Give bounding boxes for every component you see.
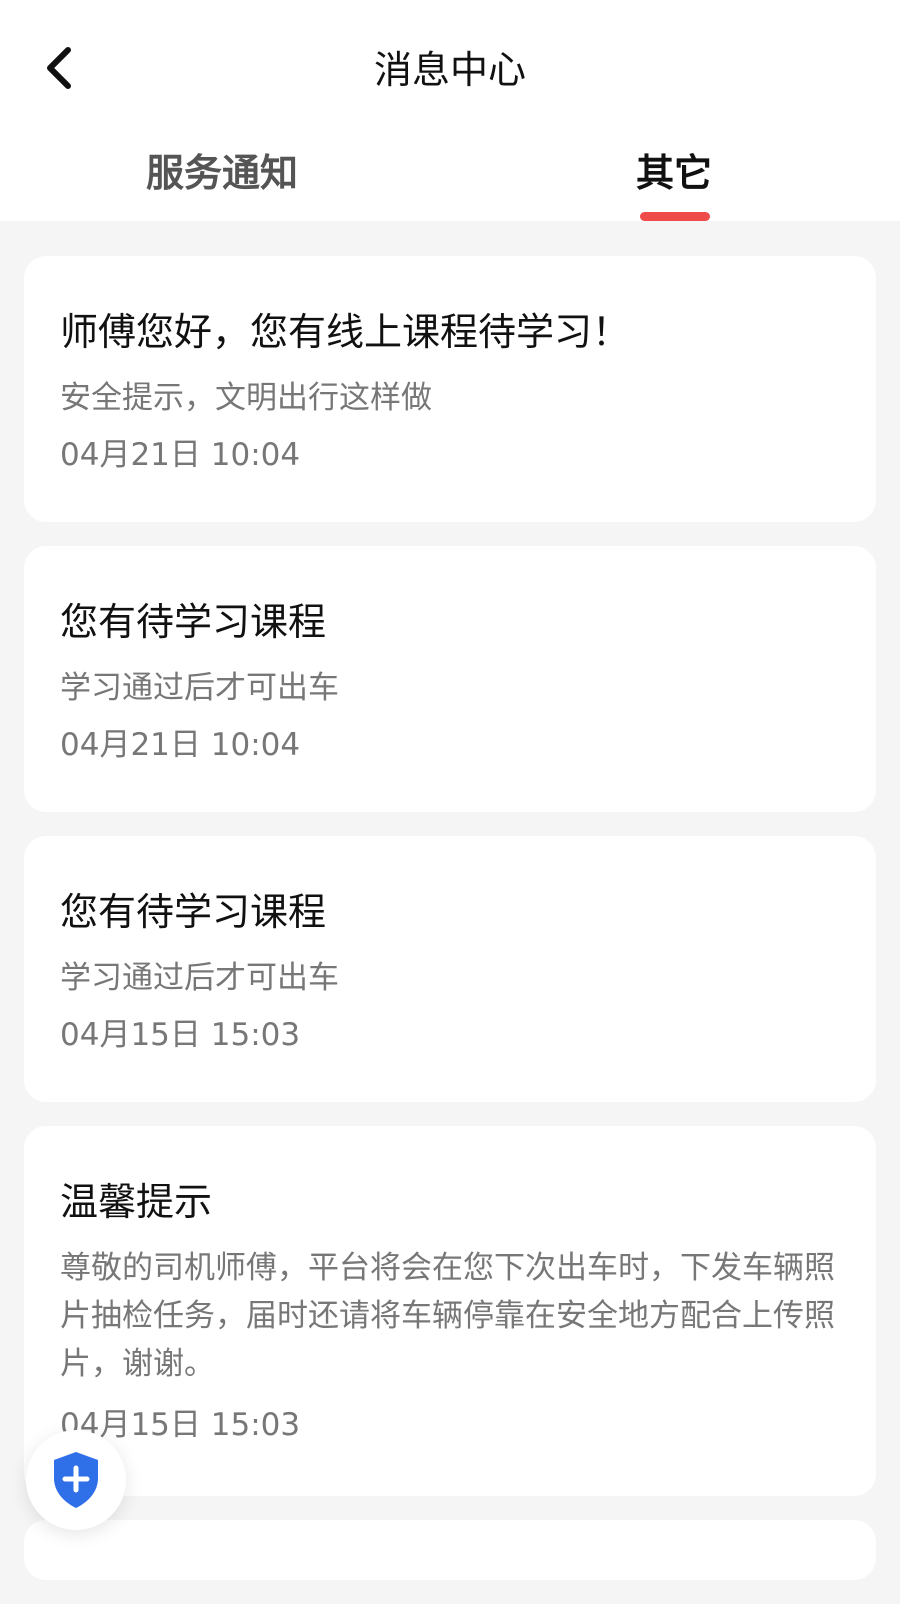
message-list: 师傅您好，您有线上课程待学习！ 安全提示，文明出行这样做 04月21日 10:0… [24,256,876,1604]
message-time: 04月15日 15:03 [60,1017,301,1053]
message-title: 您有待学习课程 [60,600,327,644]
message-card[interactable]: 师傅您好，您有线上课程待学习！ 安全提示，文明出行这样做 04月21日 10:0… [24,256,876,522]
message-time: 04月15日 15:03 [60,1407,301,1443]
message-title: 师傅您好，您有线上课程待学习！ [60,310,631,354]
safety-floating-button[interactable] [26,1430,126,1530]
message-time: 04月21日 10:04 [60,727,301,763]
message-description: 学习通过后才可出车 [60,960,339,996]
message-title: 温馨提示 [60,1180,213,1224]
tab-service-notice[interactable]: 服务通知 [146,145,298,201]
active-tab-indicator [640,212,710,221]
message-card[interactable]: 您有待学习课程 学习通过后才可出车 04月15日 15:03 [24,836,876,1102]
message-description: 安全提示，文明出行这样做 [60,380,432,416]
message-card[interactable]: 温馨提示 尊敬的司机师傅，平台将会在您下次出车时，下发车辆照片抽检任务，届时还请… [24,1126,876,1496]
top-bar: 消息中心 服务通知 其它 [0,0,900,221]
page-title: 消息中心 [373,48,526,92]
message-card[interactable]: 您有待学习课程 学习通过后才可出车 04月21日 10:04 [24,546,876,812]
message-card[interactable] [24,1520,876,1580]
message-description: 学习通过后才可出车 [60,670,339,706]
message-time: 04月21日 10:04 [60,437,301,473]
message-title: 您有待学习课程 [60,890,327,934]
tab-other[interactable]: 其它 [636,145,712,201]
shield-plus-icon [54,1452,98,1508]
message-description: 尊敬的司机师傅，平台将会在您下次出车时，下发车辆照片抽检任务，届时还请将车辆停靠… [60,1250,835,1382]
